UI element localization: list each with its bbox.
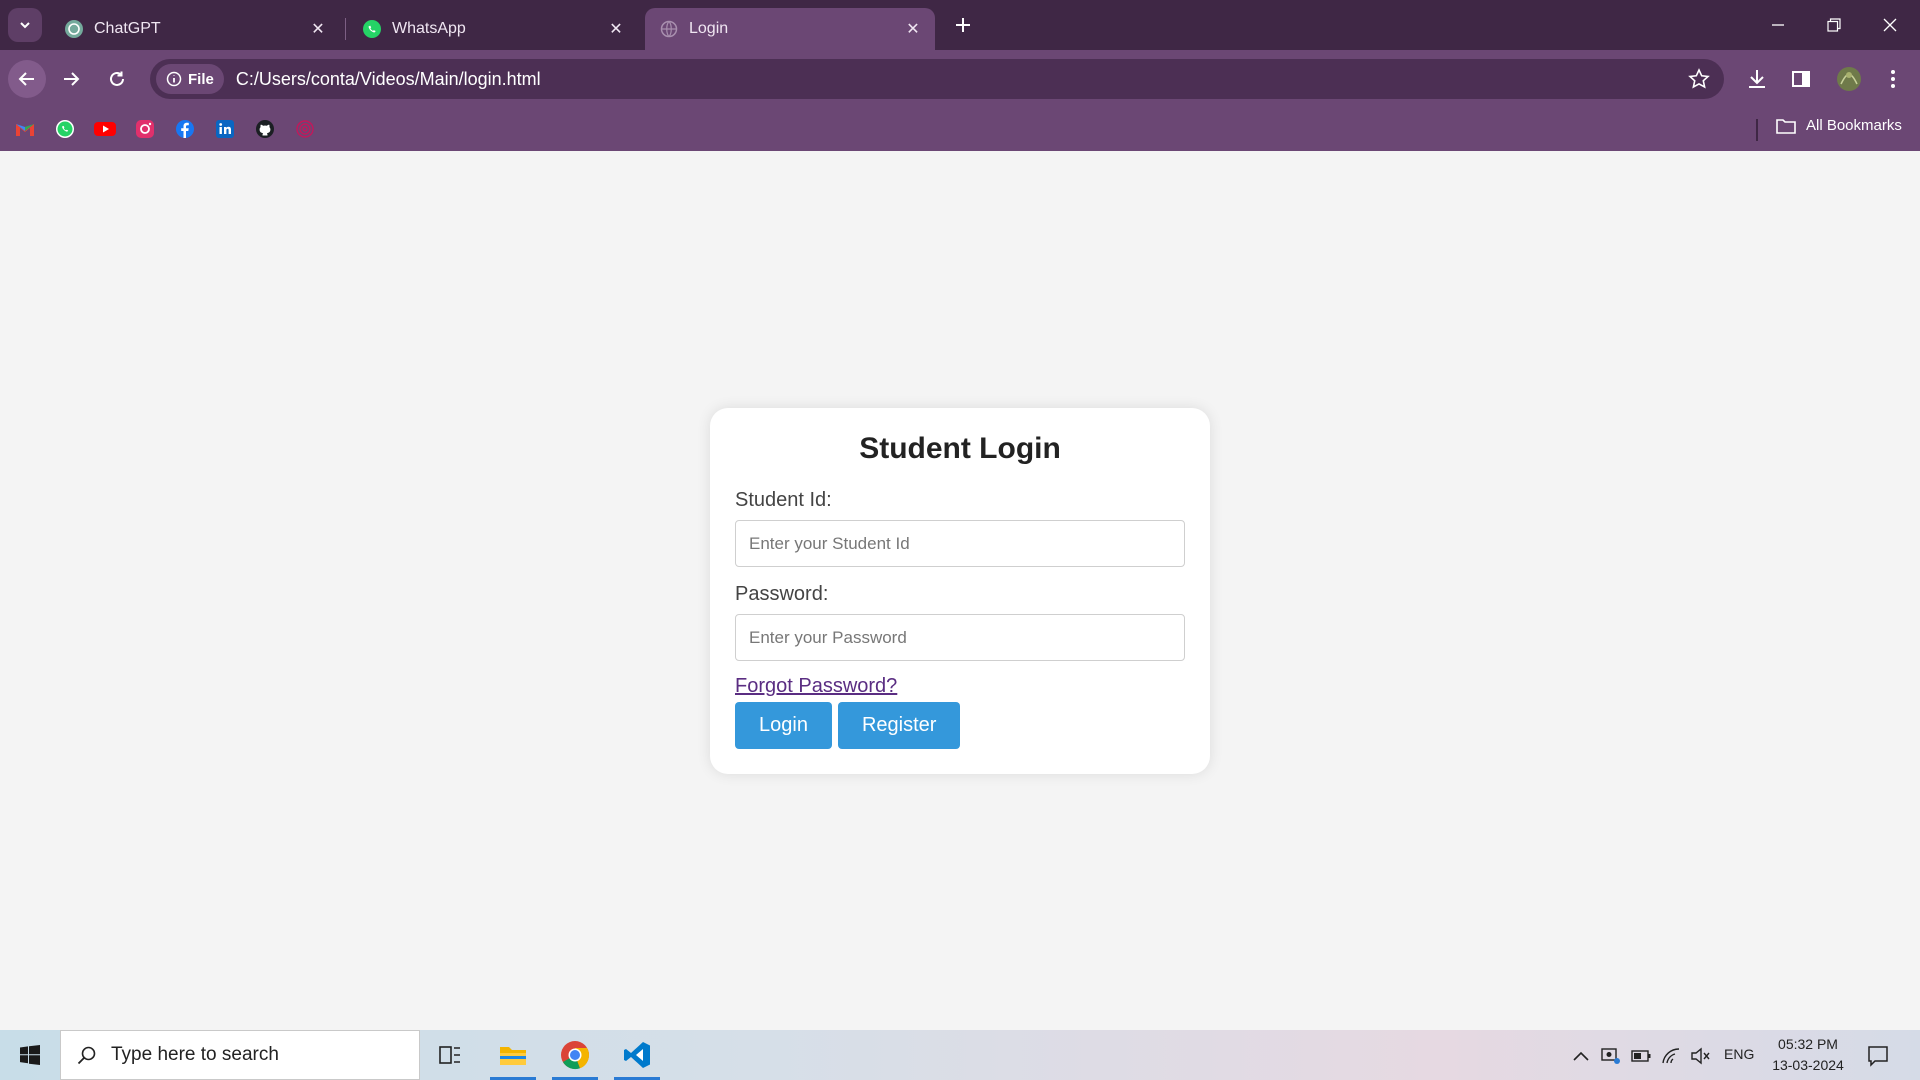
profile-avatar[interactable] (1834, 64, 1864, 94)
downloads-button[interactable] (1742, 64, 1772, 94)
forgot-password-link[interactable]: Forgot Password? (735, 675, 1185, 698)
bookmarks-bar: All Bookmarks (0, 108, 1920, 151)
windows-icon (20, 1045, 40, 1065)
register-button[interactable]: Register (837, 702, 961, 749)
tab-title: Login (689, 20, 729, 37)
start-button[interactable] (10, 1038, 50, 1072)
button-row: Login Register (735, 702, 1185, 749)
chrome-icon (561, 1041, 590, 1070)
new-tab-button[interactable] (948, 10, 978, 40)
student-id-input[interactable] (735, 520, 1185, 567)
task-view-button[interactable] (423, 1030, 477, 1080)
language-indicator[interactable]: ENG (1724, 1046, 1754, 1062)
site-info-chip[interactable]: File (156, 64, 224, 94)
search-placeholder: Type here to search (111, 1044, 279, 1065)
fingerprint-icon[interactable] (294, 118, 316, 140)
side-panel-icon (1792, 71, 1810, 87)
download-icon (1749, 70, 1765, 88)
bookmarks-divider (1756, 119, 1758, 141)
back-button[interactable] (8, 60, 46, 98)
login-button[interactable]: Login (735, 702, 832, 749)
reload-button[interactable] (98, 60, 136, 98)
taskbar-search[interactable]: Type here to search (60, 1030, 420, 1080)
notification-icon (1868, 1046, 1888, 1067)
tab-login[interactable]: Login ✕ (645, 8, 935, 50)
password-label: Password: (735, 583, 829, 605)
info-icon (166, 71, 182, 87)
restore-button[interactable] (1806, 0, 1862, 50)
tab-chatgpt[interactable]: ChatGPT ✕ (50, 8, 340, 50)
close-icon (1883, 18, 1897, 32)
url-text[interactable]: C:/Users/conta/Videos/Main/login.html (236, 69, 541, 90)
close-icon[interactable]: ✕ (602, 15, 630, 43)
page-viewport: Student Login Student Id: Password: Forg… (0, 151, 1920, 1030)
kebab-menu-icon (1891, 70, 1895, 88)
tab-title: ChatGPT (94, 20, 161, 37)
battery-icon[interactable] (1630, 1045, 1652, 1067)
tab-title: WhatsApp (392, 20, 466, 37)
all-bookmarks-label: All Bookmarks (1806, 117, 1902, 134)
password-input[interactable] (735, 614, 1185, 661)
plus-icon (956, 18, 970, 32)
vscode-app[interactable] (610, 1030, 664, 1080)
tab-strip: ChatGPT ✕ WhatsApp ✕ Login ✕ (0, 0, 1920, 50)
student-id-label: Student Id: (735, 489, 832, 511)
browser-toolbar: File C:/Users/conta/Videos/Main/login.ht… (0, 50, 1920, 108)
linkedin-icon[interactable] (214, 118, 236, 140)
close-window-button[interactable] (1862, 0, 1918, 50)
facebook-icon[interactable] (174, 118, 196, 140)
folder-icon (500, 1047, 526, 1065)
reload-icon (110, 71, 124, 86)
github-icon[interactable] (254, 118, 276, 140)
restore-icon (1827, 18, 1841, 32)
whatsapp-icon (362, 19, 382, 39)
notification-center-button[interactable] (1864, 1042, 1892, 1070)
bookmark-star-icon[interactable] (1688, 68, 1710, 95)
tab-divider (345, 18, 346, 40)
close-icon[interactable]: ✕ (899, 15, 927, 43)
whatsapp-icon[interactable] (54, 118, 76, 140)
chevron-down-icon (20, 22, 30, 29)
gmail-icon[interactable] (14, 118, 36, 140)
clock[interactable]: 05:32 PM 13-03-2024 (1768, 1034, 1848, 1076)
task-view-icon (439, 1046, 460, 1064)
page-title: Student Login (859, 432, 1061, 465)
search-icon (77, 1046, 96, 1065)
chrome-app[interactable] (548, 1030, 602, 1080)
clock-time: 05:32 PM (1778, 1036, 1838, 1052)
address-bar[interactable]: File C:/Users/conta/Videos/Main/login.ht… (150, 59, 1724, 99)
tab-search-button[interactable] (8, 8, 42, 42)
clock-date: 13-03-2024 (1772, 1057, 1844, 1073)
wifi-icon[interactable] (1660, 1045, 1682, 1067)
tab-whatsapp[interactable]: WhatsApp ✕ (348, 8, 638, 50)
scheme-label: File (188, 70, 214, 88)
arrow-left-icon (18, 72, 34, 86)
login-card: Student Login Student Id: Password: Forg… (710, 408, 1210, 774)
globe-icon (659, 19, 679, 39)
minimize-icon (1772, 24, 1784, 26)
instagram-icon[interactable] (134, 118, 156, 140)
side-panel-button[interactable] (1786, 64, 1816, 94)
menu-button[interactable] (1878, 64, 1908, 94)
chevron-up-icon[interactable] (1570, 1045, 1592, 1067)
file-explorer-app[interactable] (486, 1030, 540, 1080)
folder-icon (1776, 118, 1796, 134)
avatar-icon (1837, 67, 1861, 91)
youtube-icon[interactable] (94, 118, 116, 140)
volume-muted-icon[interactable] (1690, 1045, 1712, 1067)
all-bookmarks-button[interactable]: All Bookmarks (1776, 117, 1902, 134)
arrow-right-icon (64, 72, 80, 86)
close-icon[interactable]: ✕ (304, 15, 332, 43)
forward-button[interactable] (52, 60, 90, 98)
vscode-icon (624, 1042, 650, 1068)
chatgpt-icon (64, 19, 84, 39)
meet-now-icon[interactable] (1600, 1045, 1622, 1067)
taskbar: Type here to search ENG 05:32 PM 13-03-2… (0, 1030, 1920, 1080)
minimize-button[interactable] (1750, 0, 1806, 50)
